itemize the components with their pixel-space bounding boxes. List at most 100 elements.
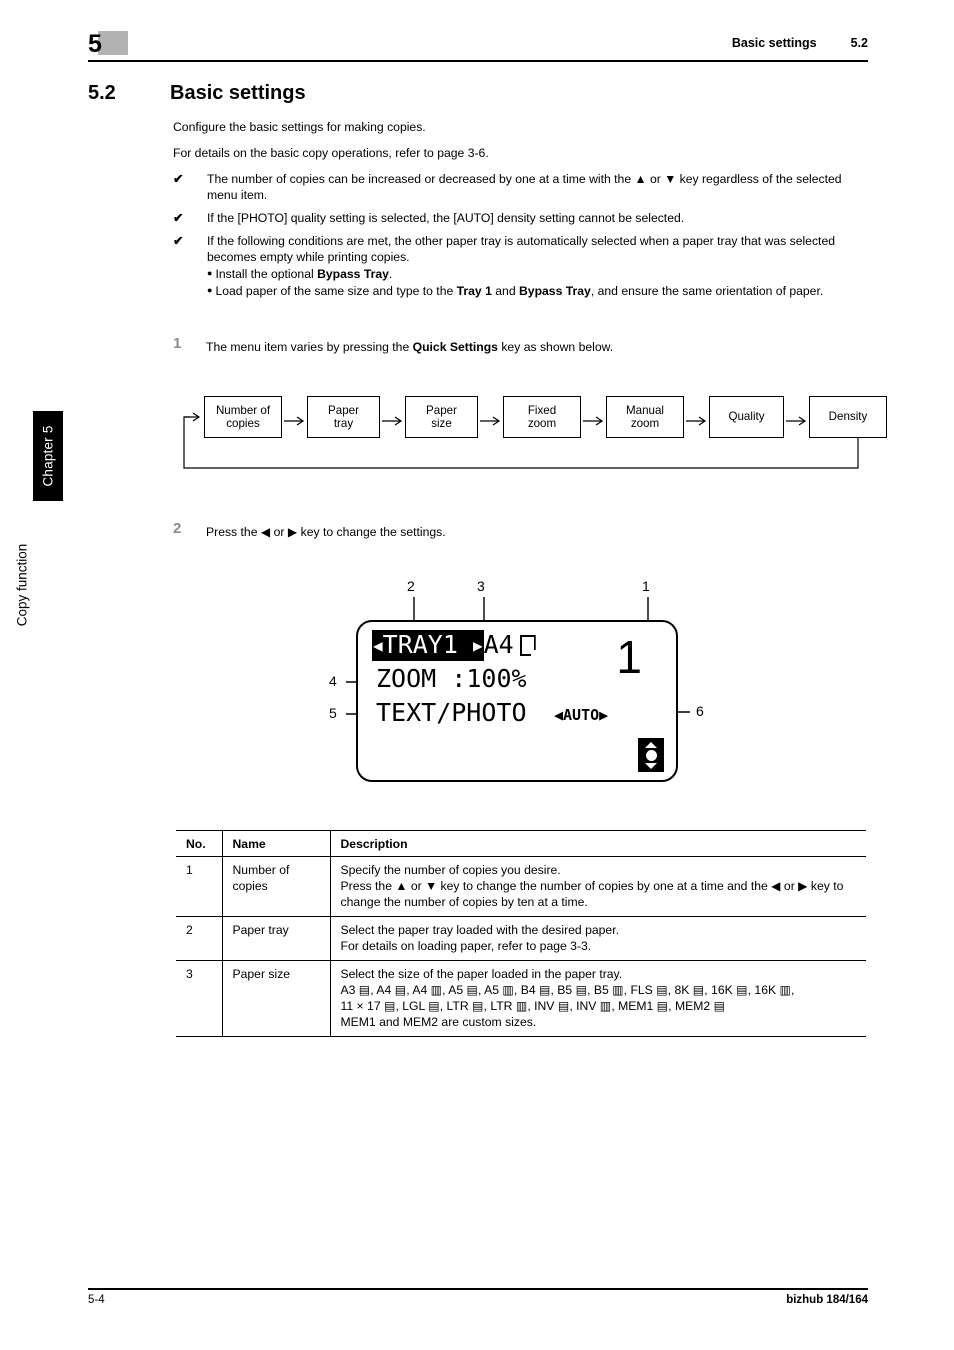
flow-box-1-label: Number of copies (216, 404, 270, 431)
left-arrow-key-icon: ◀ (771, 879, 781, 893)
footer-page-number: 5-4 (88, 1294, 105, 1306)
legend-table: No. Name Description 1 Number of copies … (176, 830, 866, 1037)
flow-box-4-line2: zoom (527, 417, 557, 430)
footer-rule (88, 1288, 868, 1290)
header-chapter-number: 5 (88, 30, 102, 58)
note-bullet-1-text: The number of copies can be increased or… (207, 172, 842, 202)
intro-paragraph-2: For details on the basic copy operations… (173, 146, 489, 160)
sub-2-pre: Load paper of the same size and type to … (215, 284, 457, 298)
checkmark-icon: ✔ (173, 234, 184, 248)
flow-arrow-1 (284, 416, 306, 426)
col-header-name: Name (221, 830, 330, 857)
lcd-row-quality[interactable]: TEXT/PHOTO (376, 698, 527, 728)
step-2-text: Press the ◀ or ▶ key to change the setti… (206, 524, 446, 540)
lcd-tray-selected[interactable]: ◀TRAY1 ▶ (372, 630, 484, 661)
footer-product-name: bizhub 184/164 (786, 1294, 868, 1306)
sub-2-post: , and ensure the same orientation of pap… (590, 284, 824, 298)
bullet-dot-icon: ● (207, 285, 213, 295)
lcd-row-zoom[interactable]: ZOOM :100% (376, 664, 527, 694)
header-gray-block (98, 31, 128, 55)
flow-box-4-label: Fixed zoom (528, 404, 556, 431)
row-2-desc-line2: For details on loading paper, refer to p… (340, 939, 592, 953)
lcd-screen: ◀TRAY1 ▶A4 ZOOM :100% TEXT/PHOTO 1 ◀AUTO… (356, 620, 678, 782)
sub-1-pre: Install the optional (215, 267, 318, 281)
note-bullet-3-sub-1: ● Install the optional Bypass Tray. (207, 265, 863, 282)
flow-box-6-label: Quality (728, 410, 765, 424)
note-bullet-2-text: If the [PHOTO] quality setting is select… (207, 211, 685, 225)
down-arrow-key-icon: ▼ (425, 879, 438, 893)
chapter-side-tab-label: Chapter 5 (40, 425, 56, 487)
flow-box-2-line2: tray (333, 417, 354, 430)
flow-box-2-label: Paper tray (328, 404, 359, 431)
table-row: 1 Number of copies Specify the number of… (176, 856, 866, 917)
flow-box-2-line1: Paper (328, 403, 359, 417)
scroll-circle-icon (645, 749, 657, 761)
col-header-no: No. (176, 830, 222, 857)
sub-1-post: . (388, 267, 393, 281)
lcd-density-value: AUTO (563, 706, 600, 724)
row-2-no: 2 (176, 916, 222, 961)
table-row: 3 Paper size Select the size of the pape… (176, 960, 866, 1037)
callout-4: 4 (329, 673, 337, 689)
row-3-description: Select the size of the paper loaded in t… (329, 960, 866, 1037)
row-1-description: Specify the number of copies you desire.… (329, 856, 866, 917)
lcd-paper-size-value: A4 (483, 630, 514, 659)
row-1-name: Number of copies (221, 856, 330, 917)
lcd-zoom-value: 100% (466, 664, 527, 693)
row-2-description: Select the paper tray loaded with the de… (329, 916, 866, 961)
left-arrow-key-icon: ◀ (260, 525, 271, 539)
note-bullet-3-text: If the following conditions are met, the… (207, 234, 835, 264)
row-1-desc-pre: Press the (340, 879, 396, 893)
step-2-post: key to change the settings. (297, 525, 446, 539)
lcd-panel-figure: 2 3 1 4 5 6 ◀TRAY1 ▶A4 ZOOM :100% TEXT/P… (318, 572, 738, 797)
left-triangle-icon: ◀ (554, 706, 564, 724)
row-1-name-line2: copies (232, 879, 268, 893)
callout-1: 1 (642, 578, 650, 594)
intro-paragraph-1: Configure the basic settings for making … (173, 120, 426, 134)
right-arrow-key-icon: ▶ (798, 879, 808, 893)
right-triangle-icon: ▶ (472, 636, 483, 655)
flow-box-4-line1: Fixed (527, 403, 557, 417)
flow-box-paper-size: Paper size (405, 396, 478, 438)
row-2-desc-line1: Select the paper tray loaded with the de… (340, 923, 619, 937)
checkmark-icon: ✔ (173, 172, 184, 186)
body-content: Configure the basic settings for making … (173, 119, 863, 306)
row-3-name: Paper size (221, 960, 330, 1037)
up-triangle-icon (645, 741, 657, 748)
flow-box-paper-tray: Paper tray (307, 396, 380, 438)
lcd-density-auto-badge[interactable]: ◀AUTO▶ (554, 706, 608, 724)
flow-box-quality: Quality (709, 396, 784, 438)
bullet-dot-icon: ● (207, 268, 213, 278)
note-1-part-1: The number of copies can be increased or… (207, 172, 635, 186)
flow-arrow-2 (382, 416, 404, 426)
up-down-scroll-icon (638, 738, 664, 772)
page-footer: 5-4 bizhub 184/164 (88, 1288, 868, 1306)
callout-5: 5 (329, 705, 337, 721)
step-1-number: 1 (173, 335, 182, 352)
row-1-desc-mid: or (407, 879, 426, 893)
step-1-text: The menu item varies by pressing the Qui… (206, 339, 613, 355)
header-title: Basic settings (731, 36, 817, 50)
flow-box-5-label: Manual zoom (626, 404, 664, 431)
down-triangle-icon (645, 762, 657, 769)
row-3-desc-line1: Select the size of the paper loaded in t… (340, 967, 623, 981)
quick-settings-flow-diagram: Number of copies Paper tray Paper size F… (176, 396, 887, 476)
header-right: Basic settings 5.2 (732, 36, 868, 50)
table-header-row: No. Name Description (176, 830, 866, 857)
flow-box-5-line1: Manual (625, 403, 665, 417)
flow-box-manual-zoom: Manual zoom (606, 396, 684, 438)
down-arrow-key-icon: ▼ (664, 172, 677, 186)
row-3-desc-last: MEM1 and MEM2 are custom sizes. (340, 1015, 537, 1029)
row-1-no: 1 (176, 856, 222, 917)
up-arrow-key-icon: ▲ (395, 879, 408, 893)
lcd-row-tray-and-size: ◀TRAY1 ▶A4 (372, 630, 536, 661)
lcd-zoom-separator: : (451, 664, 467, 693)
row-1-desc-mid-2: or (780, 879, 799, 893)
sub-2-mid: and (491, 284, 519, 298)
checkmark-icon: ✔ (173, 211, 184, 225)
row-3-sizes-line2: 11 × 17 ▤, LGL ▤, LTR ▤, LTR ▥, INV ▤, I… (340, 999, 726, 1013)
flow-box-1-line2: copies (226, 417, 260, 430)
header-section-number: 5.2 (850, 36, 868, 50)
flow-arrow-6 (786, 416, 808, 426)
callout-2: 2 (407, 578, 415, 594)
